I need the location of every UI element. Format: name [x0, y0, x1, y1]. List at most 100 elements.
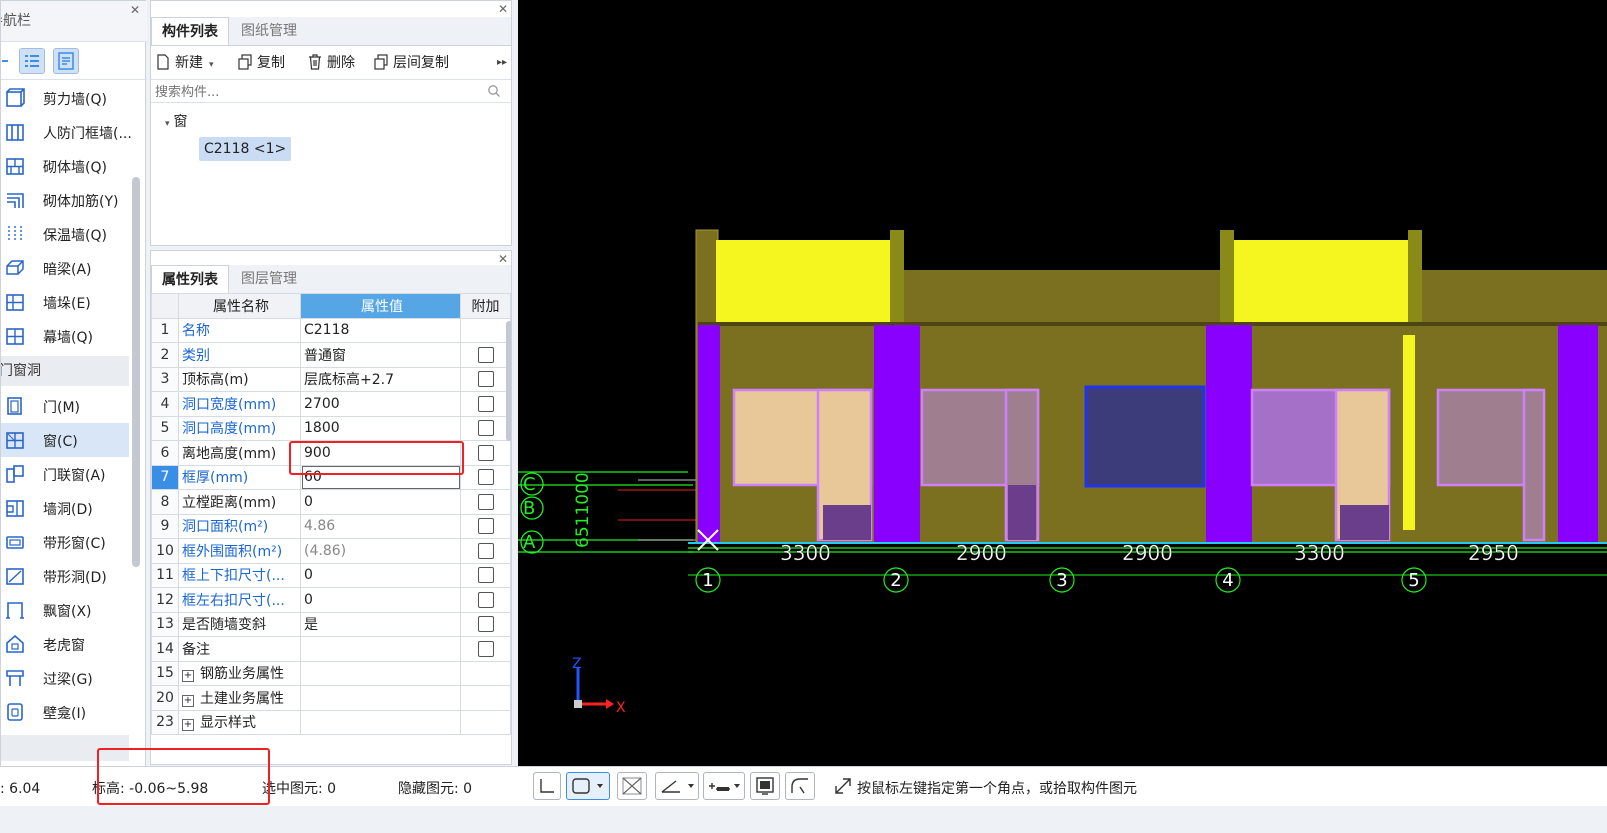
- tab-drawing-management[interactable]: 图纸管理: [231, 17, 311, 45]
- nav-group-doors-windows[interactable]: 门窗洞: [1, 356, 129, 386]
- window-selected[interactable]: [1084, 385, 1206, 488]
- floor-copy-icon: [374, 54, 388, 70]
- table-row[interactable]: 2 类别 普通窗: [151, 342, 511, 368]
- door-icon: [7, 397, 22, 415]
- grid-number: 5: [1408, 570, 1419, 591]
- cad-viewport[interactable]: C B A 6511000 3300 2900 2900 3300 2950 1…: [518, 0, 1607, 766]
- extra-checkbox[interactable]: [477, 395, 494, 412]
- component-toolbar: 新建 ▾ 复制 删除 层间复制 ▸▸: [151, 47, 511, 77]
- table-row[interactable]: 10 框外围面积(m²) (4.86): [151, 538, 511, 564]
- table-row[interactable]: 11 框上下扣尺寸(... 0: [151, 562, 511, 588]
- dimension-text: 3300: [780, 541, 831, 565]
- header-extra[interactable]: 附加: [460, 293, 511, 319]
- table-row[interactable]: 20 + 土建业务属性: [151, 685, 511, 711]
- tree-node-window[interactable]: ▾ 窗: [165, 111, 188, 131]
- nav-item-dormer-window[interactable]: 老虎窗: [1, 627, 129, 661]
- table-row[interactable]: 15 + 钢筋业务属性: [151, 660, 511, 686]
- nav-item-door-window[interactable]: 门联窗(A): [1, 457, 129, 491]
- nav-item-shear-wall[interactable]: 剪力墙(Q): [1, 81, 129, 115]
- curtain-wall-icon: [6, 328, 24, 345]
- display-toggle-icon[interactable]: [750, 772, 780, 800]
- table-row[interactable]: 14 备注: [151, 636, 511, 662]
- ortho-toggle-icon[interactable]: [533, 772, 561, 800]
- table-row[interactable]: 4 洞口宽度(mm) 2700: [151, 391, 511, 417]
- yellow-post[interactable]: [1403, 335, 1415, 530]
- property-header-row: 属性名称 属性值 附加: [151, 293, 511, 319]
- collapse-arrow-icon[interactable]: ▾: [165, 119, 170, 129]
- tab-component-list[interactable]: 构件列表: [151, 17, 229, 45]
- grid-number: 1: [702, 570, 713, 591]
- expand-plus-icon[interactable]: +: [182, 719, 194, 732]
- tab-layer-management[interactable]: 图层管理: [231, 265, 311, 293]
- extra-checkbox[interactable]: [477, 640, 494, 657]
- masonry-wall-icon: [6, 158, 24, 175]
- copy-button[interactable]: 复制: [237, 53, 285, 73]
- cross-toggle-icon[interactable]: [617, 772, 647, 800]
- table-row[interactable]: 9 洞口面积(m²) 4.86: [151, 513, 511, 539]
- new-dropdown-icon[interactable]: ▾: [209, 60, 214, 70]
- nav-item-masonry-wall[interactable]: 砌体墙(Q): [1, 149, 129, 183]
- nav-close-icon[interactable]: ✕: [129, 4, 141, 16]
- tree-view-icon[interactable]: [0, 48, 11, 74]
- component-search-input[interactable]: [153, 81, 477, 103]
- delete-button[interactable]: 删除: [307, 53, 355, 73]
- nav-item-lintel[interactable]: 过梁(G): [1, 661, 129, 695]
- extra-checkbox[interactable]: [477, 420, 494, 437]
- parapet-1[interactable]: [716, 240, 891, 322]
- property-scrollbar[interactable]: [506, 321, 511, 441]
- nav-scrollbar[interactable]: [132, 177, 140, 567]
- track-toggle-icon[interactable]: [785, 772, 815, 800]
- status-hint: 按鼠标左键指定第一个角点，或拾取构件图元: [857, 781, 1137, 797]
- nav-item-masonry-rebar[interactable]: 砌体加筋(Y): [1, 183, 129, 217]
- table-row[interactable]: 8 立樘距离(mm) 0: [151, 489, 511, 515]
- expand-plus-icon[interactable]: +: [182, 694, 194, 707]
- table-row[interactable]: 3 顶标高(m) 层底标高+2.7: [151, 366, 511, 392]
- nav-item-bay-window[interactable]: 飘窗(X): [1, 593, 129, 627]
- nav-item-wall-pier[interactable]: 墙垛(E): [1, 285, 129, 319]
- table-row[interactable]: 23 + 显示样式: [151, 709, 511, 735]
- component-panel-close-icon[interactable]: ✕: [497, 3, 509, 15]
- extra-checkbox[interactable]: [477, 469, 494, 486]
- extra-checkbox[interactable]: [477, 371, 494, 388]
- nav-item-door[interactable]: 门(M): [1, 389, 129, 423]
- extra-checkbox[interactable]: [477, 444, 494, 461]
- nav-item-hidden-beam[interactable]: 暗梁(A): [1, 251, 129, 285]
- nav-item-insulation-wall[interactable]: 保温墙(Q): [1, 217, 129, 251]
- table-row[interactable]: 12 框左右扣尺寸(... 0: [151, 587, 511, 613]
- header-property-name[interactable]: 属性名称: [178, 293, 301, 319]
- nav-item-window[interactable]: 窗(C): [1, 423, 129, 457]
- extra-checkbox[interactable]: [477, 542, 494, 559]
- grid-number: 3: [1056, 570, 1067, 591]
- extra-checkbox[interactable]: [477, 518, 494, 535]
- parapet-2[interactable]: [1234, 240, 1409, 322]
- more-toolbar-icon[interactable]: ▸▸: [497, 53, 507, 73]
- header-property-value[interactable]: 属性值: [300, 293, 461, 319]
- angle-toggle-icon[interactable]: [655, 772, 699, 800]
- elevation-drawing[interactable]: C B A 6511000 3300 2900 2900 3300 2950 1…: [518, 0, 1607, 766]
- nav-item-wall-hole[interactable]: 墙洞(D): [1, 491, 129, 525]
- extra-checkbox[interactable]: [477, 567, 494, 584]
- dimension-toggle-icon[interactable]: [703, 772, 745, 800]
- tab-property-list[interactable]: 属性列表: [151, 265, 229, 293]
- nav-item-niche[interactable]: 壁龛(I): [1, 695, 129, 729]
- nav-item-curtain-wall[interactable]: 幕墙(Q): [1, 319, 129, 353]
- property-panel-close-icon[interactable]: ✕: [497, 253, 509, 265]
- search-icon[interactable]: [487, 84, 501, 98]
- extra-checkbox[interactable]: [477, 346, 494, 363]
- nav-item-strip-window[interactable]: 带形窗(C): [1, 525, 129, 559]
- extra-checkbox[interactable]: [477, 591, 494, 608]
- expand-plus-icon[interactable]: +: [182, 670, 194, 683]
- table-row[interactable]: 1 名称 C2118: [151, 317, 511, 343]
- new-button[interactable]: 新建 ▾: [155, 53, 214, 73]
- table-row[interactable]: 13 是否随墙变斜是: [151, 611, 511, 637]
- extra-checkbox[interactable]: [477, 616, 494, 633]
- nav-item-strip-hole[interactable]: 带形洞(D): [1, 559, 129, 593]
- table-row[interactable]: 5 洞口高度(mm) 1800: [151, 415, 511, 441]
- detail-view-icon[interactable]: [53, 48, 79, 74]
- floor-copy-button[interactable]: 层间复制: [373, 53, 449, 73]
- extra-checkbox[interactable]: [477, 493, 494, 510]
- tree-leaf-c2118[interactable]: C2118 <1>: [199, 137, 292, 161]
- nav-item-civil-defense-wall[interactable]: 人防门框墙(...: [1, 115, 132, 149]
- list-view-icon[interactable]: [19, 48, 45, 74]
- snap-toggle-icon[interactable]: [566, 772, 610, 800]
